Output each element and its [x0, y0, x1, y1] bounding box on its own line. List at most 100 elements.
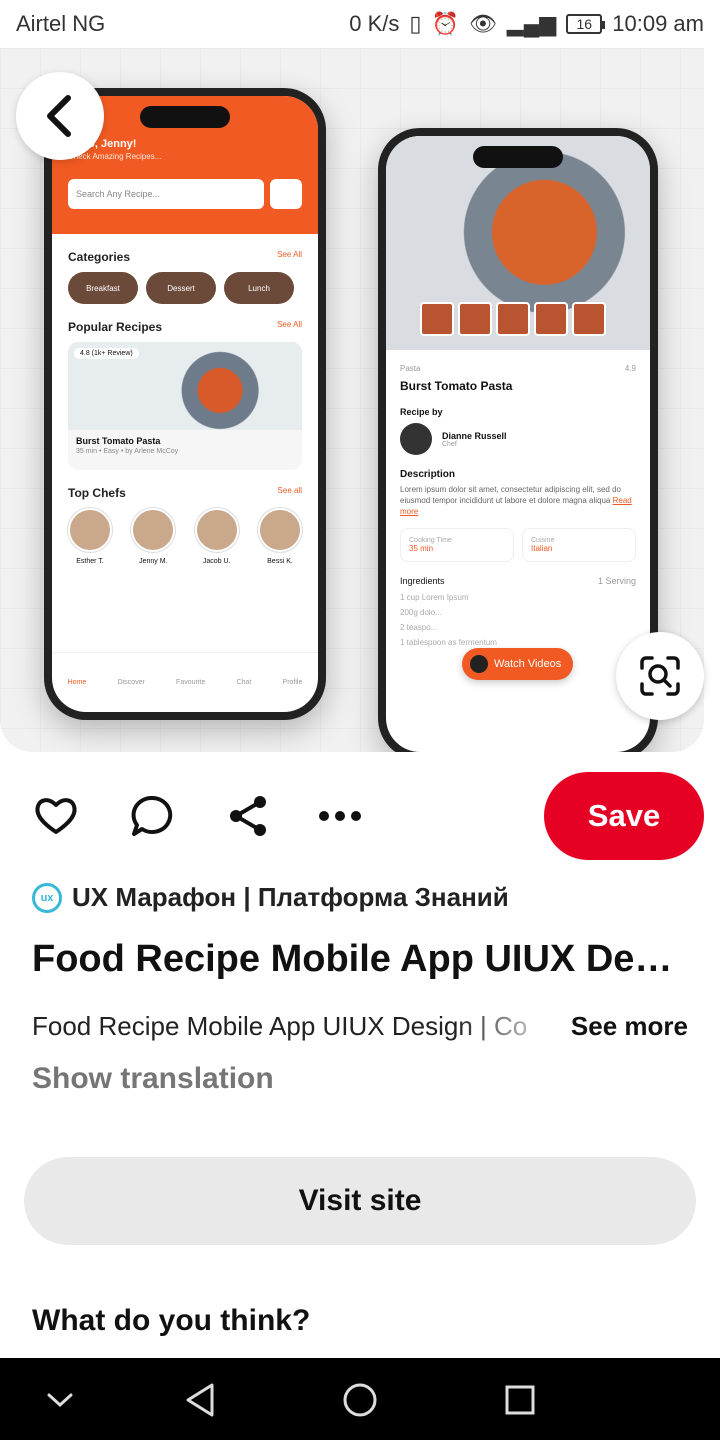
recipe-meta: 35 min • Easy • by Arlene McCoy	[76, 448, 179, 455]
comment-icon	[131, 795, 173, 836]
recipe-title: Burst Tomato Pasta	[76, 436, 161, 446]
battery-icon: 16	[566, 14, 606, 34]
chefs-title: Top Chefs	[68, 486, 126, 500]
carrier-label: Airtel NG	[16, 11, 106, 36]
status-bar: Airtel NG 0 K/s ▯ ⏰ 👁 ▂▄▆ 16 10:09 am	[0, 0, 720, 48]
category-chip: Lunch	[224, 272, 294, 304]
play-icon	[470, 655, 488, 673]
pin-image[interactable]: Hello, Jenny! Check Amazing Recipes... S…	[0, 48, 704, 752]
category-row: Pasta 4.9	[400, 364, 636, 373]
mockup-tab: Favourite	[176, 679, 206, 686]
recipe-card: 4.8 (1k+ Review) Burst Tomato Pasta 35 m…	[68, 342, 302, 470]
clock: 10:09 am	[612, 11, 704, 36]
back-button[interactable]	[16, 72, 104, 160]
chevron-down-icon	[47, 1393, 73, 1408]
mockup-tab-bar: Home Discover Favourite Chat Profile	[52, 652, 318, 712]
see-more-link[interactable]: See more	[571, 1011, 688, 1042]
nav-home-button[interactable]	[338, 1378, 382, 1422]
creator-name: UX Марафон | Платформа Знаний	[72, 882, 509, 912]
chef-item: Bessi K.	[257, 508, 302, 565]
network-speed: 0 K/s	[349, 11, 400, 36]
ingredients-header: Ingredients 1 Serving	[400, 576, 636, 586]
category-chip: Dessert	[146, 272, 216, 304]
categories-header: Categories See All	[52, 250, 318, 264]
chef-item: Jacob U.	[194, 508, 239, 565]
phone-notch	[473, 146, 563, 168]
nav-recents-button[interactable]	[498, 1378, 542, 1422]
description-title: Description	[400, 469, 456, 480]
chef-item: Esther T.	[68, 508, 112, 565]
pin-description: Food Recipe Mobile App UIUX Design | Co	[32, 1010, 528, 1041]
info-cards: Cooking Time 35 min Cuisine Italian	[400, 527, 636, 562]
filter-icon	[270, 179, 302, 209]
chef-avatar	[194, 508, 239, 552]
chef-name: Esther T.	[76, 558, 104, 565]
popular-see-all: See All	[277, 320, 302, 329]
right-phone-screen: Pasta 4.9 Burst Tomato Pasta Recipe by D…	[386, 136, 650, 752]
visit-site-button[interactable]: Visit site	[24, 1157, 696, 1245]
chef-avatar	[400, 423, 432, 455]
more-options-button[interactable]	[318, 794, 362, 838]
pin-description-row: Food Recipe Mobile App UIUX Design | Co …	[32, 1006, 688, 1046]
show-translation-link[interactable]: Show translation	[32, 1062, 274, 1096]
like-button[interactable]	[34, 794, 78, 838]
recipe-rating: 4.9	[624, 364, 636, 373]
chef-name: Jacob U.	[202, 558, 231, 565]
creator-link[interactable]: ux UX Марафон | Платформа Знаний	[32, 882, 509, 913]
category-list: Breakfast Dessert Lunch	[52, 264, 318, 304]
heart-icon	[35, 798, 77, 834]
mockup-tab: Home	[67, 679, 87, 686]
chef-avatar	[131, 508, 176, 552]
status-indicators: 0 K/s ▯ ⏰ 👁 ▂▄▆ 16 10:09 am	[349, 11, 704, 37]
categories-see-all: See All	[277, 250, 302, 259]
search-row: Search Any Recipe...	[68, 179, 302, 209]
mockup-tab: Chat	[236, 679, 252, 686]
rating-badge: 4.8 (1k+ Review)	[74, 348, 139, 359]
chef-list: Esther T. Jenny M. Jacob U. Bessi K.	[52, 500, 318, 565]
greeting: Hello, Jenny!	[68, 138, 137, 150]
creator-logo: ux	[32, 882, 62, 913]
chef-name: Jenny M.	[139, 558, 168, 565]
recipe-by-label: Recipe by	[400, 407, 443, 417]
circle-home-icon	[343, 1383, 377, 1417]
mockup-tab: Profile	[282, 679, 303, 686]
share-button[interactable]	[226, 794, 270, 838]
hide-keyboard-button[interactable]	[38, 1378, 82, 1422]
system-nav-bar	[0, 1358, 720, 1440]
phone-notch	[140, 106, 230, 128]
save-button[interactable]: Save	[544, 772, 704, 860]
comment-button[interactable]	[130, 794, 174, 838]
nav-back-button[interactable]	[178, 1378, 222, 1422]
categories-title: Categories	[68, 250, 131, 264]
recipe-title: Burst Tomato Pasta	[400, 379, 513, 393]
chef-avatar	[257, 508, 302, 552]
serving-select: 1 Serving	[597, 575, 636, 586]
right-phone-mockup: Pasta 4.9 Burst Tomato Pasta Recipe by D…	[378, 128, 658, 752]
left-phone-mockup: Hello, Jenny! Check Amazing Recipes... S…	[44, 88, 326, 720]
cooking-time-card: Cooking Time 35 min	[400, 527, 514, 562]
photo-thumbnails	[420, 302, 606, 336]
chevron-left-icon	[47, 95, 71, 137]
triangle-back-icon	[186, 1383, 214, 1417]
popular-title: Popular Recipes	[68, 320, 163, 334]
description-text: Lorem ipsum dolor sit amet, consectetur …	[400, 485, 632, 517]
share-icon	[230, 796, 266, 836]
search-field: Search Any Recipe...	[68, 179, 264, 209]
pin-title: Food Recipe Mobile App UIUX Desi…	[32, 938, 692, 980]
ingredients-title: Ingredients	[400, 575, 445, 586]
mockup-tab: Discover	[117, 679, 145, 686]
recipe-detail: Pasta 4.9 Burst Tomato Pasta Recipe by D…	[386, 350, 650, 650]
ingredients-list: 1 cup Lorem Ipsum 200g dolo... 2 teaspo.…	[400, 592, 497, 648]
visual-search-button[interactable]	[616, 632, 704, 720]
chefs-header: Top Chefs See all	[52, 486, 318, 500]
chef-name: Bessi K.	[267, 558, 293, 565]
popular-header: Popular Recipes See All	[52, 320, 318, 334]
chef-avatar	[68, 508, 112, 552]
pin-actions: Save	[0, 772, 720, 860]
pasta-photo	[386, 136, 650, 350]
chef-role: Chef	[442, 440, 457, 448]
chefs-see-all: See all	[277, 486, 302, 495]
category-chip: Breakfast	[68, 272, 138, 304]
left-phone-screen: Hello, Jenny! Check Amazing Recipes... S…	[52, 96, 318, 712]
alarm-icon: ⏰	[431, 11, 459, 36]
